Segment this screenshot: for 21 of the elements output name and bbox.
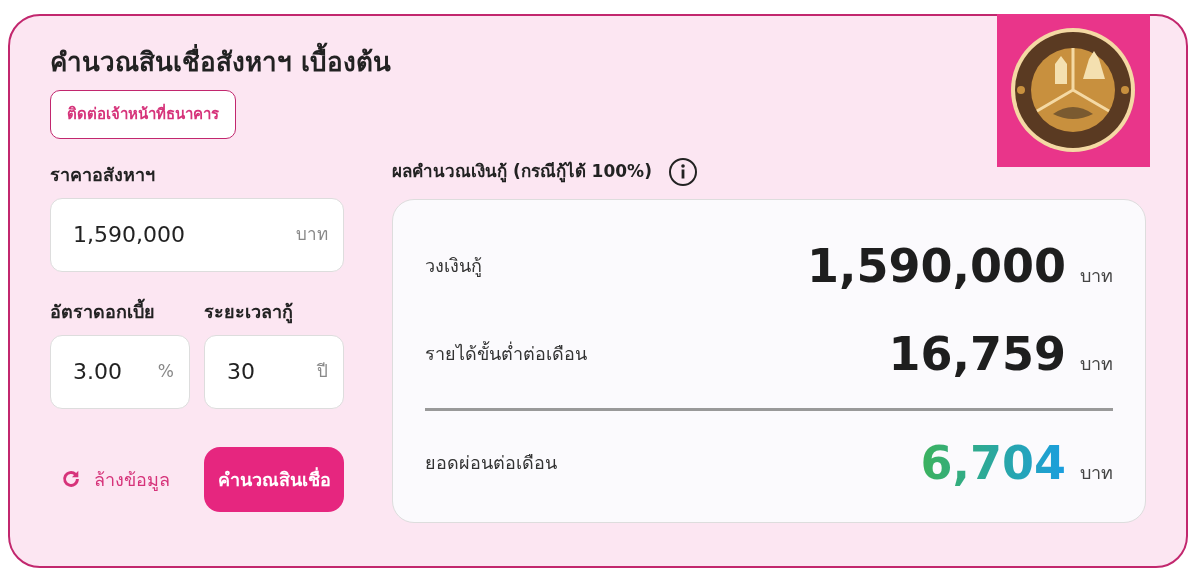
reset-button[interactable]: ล้างข้อมูล: [50, 465, 170, 493]
field-label: อัตราดอกเบี้ย: [50, 297, 156, 324]
unit-label: บาท: [296, 222, 328, 246]
info-icon[interactable]: [667, 156, 698, 187]
field-label: ราคาอสังหาฯ: [50, 162, 156, 187]
unit-label: บาท: [1080, 460, 1113, 485]
result-label: รายได้ขั้นต่ำต่อเดือน: [425, 340, 587, 366]
page-title: คำนวณสินเชื่อสังหาฯ เบื้องต้น: [50, 42, 1146, 82]
result-label: ยอดผ่อนต่อเดือน: [425, 451, 557, 475]
unit-label: บาท: [1080, 351, 1113, 376]
contact-button[interactable]: ติดต่อเจ้าหน้าที่ธนาคาร: [50, 90, 236, 139]
unit-label: %: [157, 359, 174, 383]
calculate-button[interactable]: คำนวณสินเชื่อ: [204, 446, 344, 512]
field-label: ระยะเวลากู้: [204, 299, 294, 325]
results-heading: ผลคำนวณเงินกู้ (กรณีกู้ได้ 100%): [392, 159, 652, 185]
refresh-icon: [60, 468, 82, 490]
unit-label: บาท: [1080, 263, 1113, 288]
result-label: วงเงินกู้: [425, 254, 482, 279]
result-value: 1,590,000: [807, 242, 1066, 289]
unit-label: ปี: [317, 359, 328, 383]
result-value: 16,759: [888, 330, 1066, 377]
